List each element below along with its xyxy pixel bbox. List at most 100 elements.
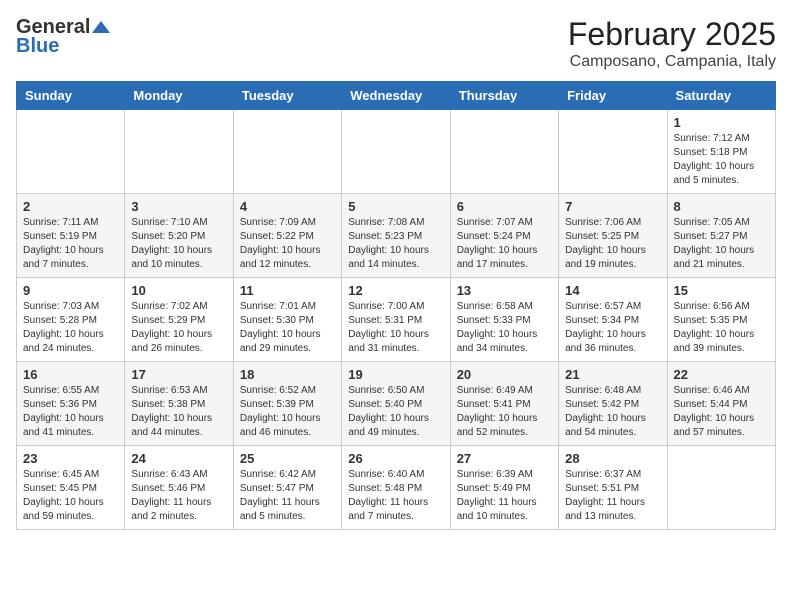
- day-info: Sunrise: 7:10 AM Sunset: 5:20 PM Dayligh…: [131, 216, 226, 272]
- day-number: 18: [240, 367, 335, 382]
- day-info: Sunrise: 6:48 AM Sunset: 5:42 PM Dayligh…: [565, 384, 660, 440]
- location-title: Camposano, Campania, Italy: [568, 53, 776, 71]
- calendar-week-row: 2 Sunrise: 7:11 AM Sunset: 5:19 PM Daylig…: [17, 194, 776, 278]
- day-info: Sunrise: 7:06 AM Sunset: 5:25 PM Dayligh…: [565, 216, 660, 272]
- day-number: 20: [457, 367, 552, 382]
- calendar-cell: 27 Sunrise: 6:39 AM Sunset: 5:49 PM Dayli…: [450, 446, 558, 530]
- day-number: 10: [131, 283, 226, 298]
- day-info: Sunrise: 6:40 AM Sunset: 5:48 PM Dayligh…: [348, 468, 443, 524]
- calendar-cell: 26 Sunrise: 6:40 AM Sunset: 5:48 PM Dayli…: [342, 446, 450, 530]
- logo-text-blue: Blue: [16, 35, 59, 58]
- day-number: 7: [565, 199, 660, 214]
- day-number: 17: [131, 367, 226, 382]
- calendar-cell: 4 Sunrise: 7:09 AM Sunset: 5:22 PM Daylig…: [233, 194, 341, 278]
- calendar-cell: 21 Sunrise: 6:48 AM Sunset: 5:42 PM Dayli…: [559, 362, 667, 446]
- calendar-cell: 3 Sunrise: 7:10 AM Sunset: 5:20 PM Daylig…: [125, 194, 233, 278]
- logo-icon: [92, 19, 110, 37]
- day-info: Sunrise: 7:09 AM Sunset: 5:22 PM Dayligh…: [240, 216, 335, 272]
- calendar-cell: 23Sunrise: 6:45 AM Sunset: 5:45 PM Dayli…: [17, 446, 125, 530]
- day-number: 27: [457, 451, 552, 466]
- calendar-cell: 12 Sunrise: 7:00 AM Sunset: 5:31 PM Dayli…: [342, 278, 450, 362]
- calendar-cell: 24Sunrise: 6:43 AM Sunset: 5:46 PM Dayli…: [125, 446, 233, 530]
- calendar-cell: 13 Sunrise: 6:58 AM Sunset: 5:33 PM Dayli…: [450, 278, 558, 362]
- day-number: 1: [674, 115, 769, 130]
- calendar-cell: 16Sunrise: 6:55 AM Sunset: 5:36 PM Dayli…: [17, 362, 125, 446]
- day-info: Sunrise: 6:56 AM Sunset: 5:35 PM Dayligh…: [674, 300, 769, 356]
- calendar-cell: 1 Sunrise: 7:12 AM Sunset: 5:18 PM Daylig…: [667, 110, 775, 194]
- day-number: 19: [348, 367, 443, 382]
- day-info: Sunrise: 6:45 AM Sunset: 5:45 PM Dayligh…: [23, 468, 118, 524]
- calendar-cell: 20 Sunrise: 6:49 AM Sunset: 5:41 PM Dayli…: [450, 362, 558, 446]
- day-info: Sunrise: 6:57 AM Sunset: 5:34 PM Dayligh…: [565, 300, 660, 356]
- day-number: 26: [348, 451, 443, 466]
- day-number: 13: [457, 283, 552, 298]
- calendar-header-tuesday: Tuesday: [233, 82, 341, 110]
- day-info: Sunrise: 7:12 AM Sunset: 5:18 PM Dayligh…: [674, 132, 769, 188]
- day-info: Sunrise: 6:58 AM Sunset: 5:33 PM Dayligh…: [457, 300, 552, 356]
- month-title: February 2025: [568, 16, 776, 53]
- day-number: 15: [674, 283, 769, 298]
- day-info: Sunrise: 7:05 AM Sunset: 5:27 PM Dayligh…: [674, 216, 769, 272]
- day-number: 8: [674, 199, 769, 214]
- calendar-cell: 7 Sunrise: 7:06 AM Sunset: 5:25 PM Daylig…: [559, 194, 667, 278]
- calendar-cell: [342, 110, 450, 194]
- calendar-week-row: 16Sunrise: 6:55 AM Sunset: 5:36 PM Dayli…: [17, 362, 776, 446]
- day-number: 28: [565, 451, 660, 466]
- day-info: Sunrise: 6:53 AM Sunset: 5:38 PM Dayligh…: [131, 384, 226, 440]
- day-number: 5: [348, 199, 443, 214]
- day-info: Sunrise: 6:42 AM Sunset: 5:47 PM Dayligh…: [240, 468, 335, 524]
- day-info: Sunrise: 7:08 AM Sunset: 5:23 PM Dayligh…: [348, 216, 443, 272]
- calendar-week-row: 1 Sunrise: 7:12 AM Sunset: 5:18 PM Daylig…: [17, 110, 776, 194]
- day-number: 14: [565, 283, 660, 298]
- day-info: Sunrise: 6:49 AM Sunset: 5:41 PM Dayligh…: [457, 384, 552, 440]
- calendar-cell: 11 Sunrise: 7:01 AM Sunset: 5:30 PM Dayli…: [233, 278, 341, 362]
- day-info: Sunrise: 7:02 AM Sunset: 5:29 PM Dayligh…: [131, 300, 226, 356]
- calendar-cell: 14 Sunrise: 6:57 AM Sunset: 5:34 PM Dayli…: [559, 278, 667, 362]
- day-info: Sunrise: 6:43 AM Sunset: 5:46 PM Dayligh…: [131, 468, 226, 524]
- day-number: 9: [23, 283, 118, 298]
- calendar-cell: [125, 110, 233, 194]
- day-info: Sunrise: 7:00 AM Sunset: 5:31 PM Dayligh…: [348, 300, 443, 356]
- page-header: General Blue February 2025 Camposano, Ca…: [16, 16, 776, 71]
- calendar-header-monday: Monday: [125, 82, 233, 110]
- calendar-cell: [450, 110, 558, 194]
- day-info: Sunrise: 7:03 AM Sunset: 5:28 PM Dayligh…: [23, 300, 118, 356]
- calendar-cell: 18 Sunrise: 6:52 AM Sunset: 5:39 PM Dayli…: [233, 362, 341, 446]
- day-info: Sunrise: 6:39 AM Sunset: 5:49 PM Dayligh…: [457, 468, 552, 524]
- day-number: 12: [348, 283, 443, 298]
- calendar-week-row: 9 Sunrise: 7:03 AM Sunset: 5:28 PM Daylig…: [17, 278, 776, 362]
- day-info: Sunrise: 6:50 AM Sunset: 5:40 PM Dayligh…: [348, 384, 443, 440]
- day-number: 6: [457, 199, 552, 214]
- logo: General Blue: [16, 16, 110, 58]
- calendar-cell: [233, 110, 341, 194]
- calendar-cell: 22Sunrise: 6:46 AM Sunset: 5:44 PM Dayli…: [667, 362, 775, 446]
- calendar-cell: [667, 446, 775, 530]
- calendar-cell: 17 Sunrise: 6:53 AM Sunset: 5:38 PM Dayli…: [125, 362, 233, 446]
- day-number: 11: [240, 283, 335, 298]
- day-number: 3: [131, 199, 226, 214]
- day-number: 22: [674, 367, 769, 382]
- calendar-cell: [559, 110, 667, 194]
- calendar-week-row: 23Sunrise: 6:45 AM Sunset: 5:45 PM Dayli…: [17, 446, 776, 530]
- day-info: Sunrise: 7:01 AM Sunset: 5:30 PM Dayligh…: [240, 300, 335, 356]
- calendar-cell: 10 Sunrise: 7:02 AM Sunset: 5:29 PM Dayli…: [125, 278, 233, 362]
- title-block: February 2025 Camposano, Campania, Italy: [568, 16, 776, 71]
- day-info: Sunrise: 6:37 AM Sunset: 5:51 PM Dayligh…: [565, 468, 660, 524]
- calendar-cell: 15 Sunrise: 6:56 AM Sunset: 5:35 PM Dayli…: [667, 278, 775, 362]
- day-info: Sunrise: 7:11 AM Sunset: 5:19 PM Dayligh…: [23, 216, 118, 272]
- day-number: 16: [23, 367, 118, 382]
- calendar-cell: 6 Sunrise: 7:07 AM Sunset: 5:24 PM Daylig…: [450, 194, 558, 278]
- calendar-cell: 28 Sunrise: 6:37 AM Sunset: 5:51 PM Dayli…: [559, 446, 667, 530]
- calendar-cell: 8 Sunrise: 7:05 AM Sunset: 5:27 PM Daylig…: [667, 194, 775, 278]
- calendar-cell: [17, 110, 125, 194]
- calendar-table: SundayMondayTuesdayWednesdayThursdayFrid…: [16, 81, 776, 530]
- day-number: 4: [240, 199, 335, 214]
- day-info: Sunrise: 6:52 AM Sunset: 5:39 PM Dayligh…: [240, 384, 335, 440]
- calendar-cell: 19 Sunrise: 6:50 AM Sunset: 5:40 PM Dayli…: [342, 362, 450, 446]
- day-number: 2: [23, 199, 118, 214]
- day-number: 21: [565, 367, 660, 382]
- day-info: Sunrise: 7:07 AM Sunset: 5:24 PM Dayligh…: [457, 216, 552, 272]
- calendar-header-saturday: Saturday: [667, 82, 775, 110]
- calendar-header-thursday: Thursday: [450, 82, 558, 110]
- calendar-cell: 9 Sunrise: 7:03 AM Sunset: 5:28 PM Daylig…: [17, 278, 125, 362]
